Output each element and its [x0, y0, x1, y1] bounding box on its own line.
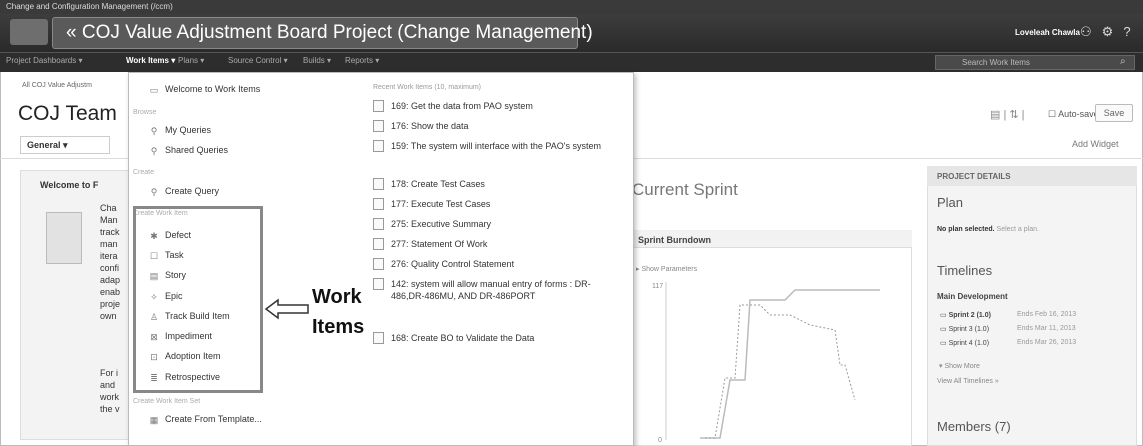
- query-icon: ⚲: [150, 146, 158, 156]
- show-more-link[interactable]: ▾ Show More: [939, 362, 980, 370]
- query-icon: ⚲: [150, 187, 158, 197]
- task-icon: [373, 100, 384, 112]
- create-section-header: Create: [133, 169, 155, 176]
- help-icon[interactable]: ?: [1123, 24, 1140, 39]
- welcome-to-work-items-item[interactable]: ▭ Welcome to Work Items: [149, 84, 260, 95]
- window-caption: Change and Configuration Management (/cc…: [0, 0, 1143, 14]
- gear-icon[interactable]: ⚙: [1102, 24, 1124, 39]
- story-icon: [373, 140, 384, 152]
- members-heading: Members (7): [937, 419, 1011, 434]
- banner-icons: ⚇⚙?: [1080, 24, 1141, 40]
- welcome-text-more: For i and work the v: [100, 368, 120, 414]
- search-icon[interactable]: ⌕: [1120, 56, 1126, 67]
- user-name[interactable]: Loveleah Chawla: [1015, 28, 1080, 37]
- task-icon: [373, 238, 384, 250]
- plan-note: No plan selected. Select a plan.: [937, 226, 1039, 233]
- welcome-title: Welcome to F: [40, 180, 99, 190]
- current-sprint-heading: Current Sprint: [632, 180, 738, 199]
- sprint-end-date: Ends Mar 26, 2013: [1017, 339, 1077, 346]
- menu-source-control[interactable]: Source Control ▾: [228, 56, 288, 65]
- page-toolbar-icons: ▤ | ⇅ |: [990, 109, 1025, 121]
- sprint-link[interactable]: ▭ Sprint 3 (1.0): [940, 325, 989, 333]
- home-logo-icon[interactable]: [10, 19, 48, 45]
- breadcrumb[interactable]: All COJ Value Adjustm: [22, 82, 92, 89]
- menu-project-dashboards[interactable]: Project Dashboards ▾: [6, 56, 83, 65]
- burndown-chart: 117 0: [652, 282, 880, 444]
- shared-queries-item[interactable]: ⚲ Shared Queries: [149, 145, 228, 156]
- y-axis-bottom-label: 0: [658, 437, 662, 444]
- project-title: « COJ Value Adjustment Board Project (Ch…: [66, 22, 593, 43]
- ideal-line: [700, 289, 880, 439]
- story-icon: [373, 278, 384, 290]
- main-development-label: Main Development: [937, 292, 1008, 301]
- link-icon[interactable]: ⇅: [1009, 109, 1018, 121]
- actual-line: [705, 304, 856, 439]
- work-items-annotation: Work Items: [312, 286, 365, 338]
- plan-heading: Plan: [937, 195, 964, 210]
- search-placeholder: Search Work Items: [962, 58, 1030, 67]
- left-arrow-icon: [264, 298, 309, 320]
- task-icon: [373, 178, 384, 190]
- my-queries-item[interactable]: ⚲ My Queries: [149, 125, 211, 136]
- task-icon: [373, 120, 384, 132]
- task-icon: [373, 198, 384, 210]
- task-icon: [373, 258, 384, 270]
- query-icon: ⚲: [150, 126, 158, 136]
- menu-builds[interactable]: Builds ▾: [303, 56, 331, 65]
- view-all-timelines-link[interactable]: View All Timelines »: [937, 378, 999, 385]
- create-from-template-item[interactable]: ▦ Create From Template...: [149, 414, 262, 425]
- door-icon: [46, 212, 82, 264]
- sprint-end-date: Ends Feb 16, 2013: [1017, 311, 1077, 318]
- welcome-text: Cha Man track man itera confi adap enab proje own: [100, 203, 121, 321]
- user-icon[interactable]: ⚇: [1080, 24, 1102, 39]
- sprint-link[interactable]: ▭ Sprint 4 (1.0): [940, 339, 989, 347]
- template-icon: ▦: [149, 415, 159, 425]
- menu-reports[interactable]: Reports ▾: [345, 56, 379, 65]
- page-icon: ▭: [149, 85, 159, 95]
- menu-plans[interactable]: Plans ▾: [178, 56, 204, 65]
- project-details-title: PROJECT DETAILS: [937, 172, 1011, 181]
- autosave-toggle[interactable]: ☐ Auto-save: [1048, 109, 1099, 120]
- menu-work-items[interactable]: Work Items ▾: [126, 56, 175, 65]
- task-icon: [373, 332, 384, 344]
- add-widget-button[interactable]: Add Widget: [1072, 139, 1119, 149]
- page-title: COJ Team: [18, 102, 117, 125]
- print-icon[interactable]: ▤: [990, 109, 1000, 121]
- sprint-end-date: Ends Mar 11, 2013: [1017, 325, 1076, 332]
- sprint-link[interactable]: ▭ Sprint 2 (1.0): [940, 311, 991, 319]
- burndown-title: Sprint Burndown: [638, 235, 711, 245]
- work-items-highlight-box: [133, 206, 263, 393]
- recent-work-items-header: Recent Work Items (10, maximum): [373, 84, 482, 91]
- timelines-heading: Timelines: [937, 263, 993, 278]
- select-plan-link[interactable]: Select a plan.: [997, 226, 1039, 233]
- y-axis-top-label: 117: [652, 283, 663, 290]
- browse-section-header: Browse: [133, 109, 157, 116]
- create-work-item-set-header: Create Work Item Set: [133, 398, 201, 405]
- save-button[interactable]: Save: [1095, 104, 1133, 122]
- create-query-item[interactable]: ⚲ Create Query: [149, 186, 219, 197]
- tab-general[interactable]: General ▾: [20, 136, 110, 154]
- task-icon: [373, 218, 384, 230]
